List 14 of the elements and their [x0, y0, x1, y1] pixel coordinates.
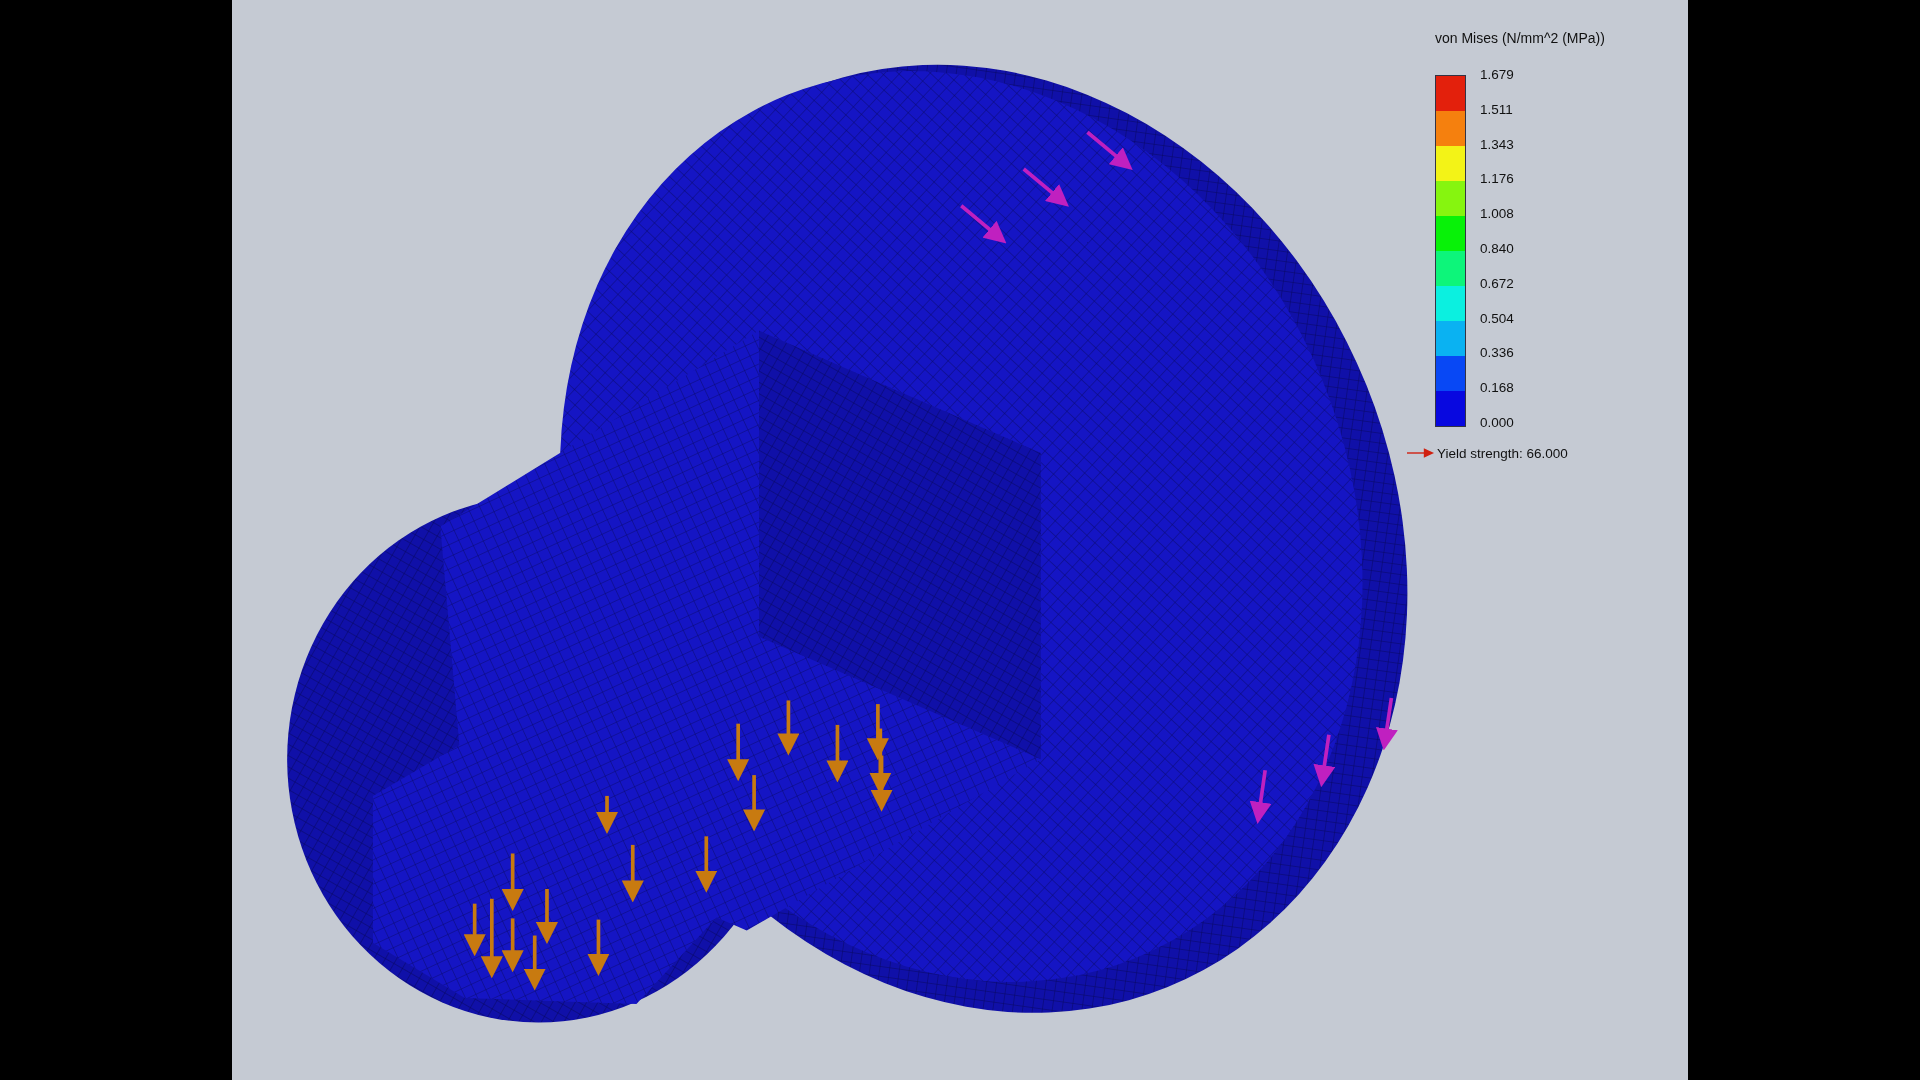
scale-value: 0.504	[1480, 311, 1514, 328]
scale-value: 1.343	[1480, 137, 1514, 154]
scale-value: 0.000	[1480, 415, 1514, 432]
scale-value: 1.511	[1480, 102, 1514, 119]
scale-value: 0.336	[1480, 346, 1514, 363]
scale-value: 1.008	[1480, 207, 1514, 224]
scale-value: 0.672	[1480, 276, 1514, 293]
scale-value: 0.168	[1480, 381, 1514, 398]
scale-value: 1.176	[1480, 172, 1514, 189]
scale-value: 1.679	[1480, 68, 1514, 84]
scale-value: 0.840	[1480, 242, 1514, 258]
yield-strength-label: Yield strength: 66.000	[1437, 445, 1568, 461]
arrow-icon	[1407, 447, 1435, 460]
legend-title: von Mises (N/mm^2 (MPa))	[1435, 30, 1605, 46]
